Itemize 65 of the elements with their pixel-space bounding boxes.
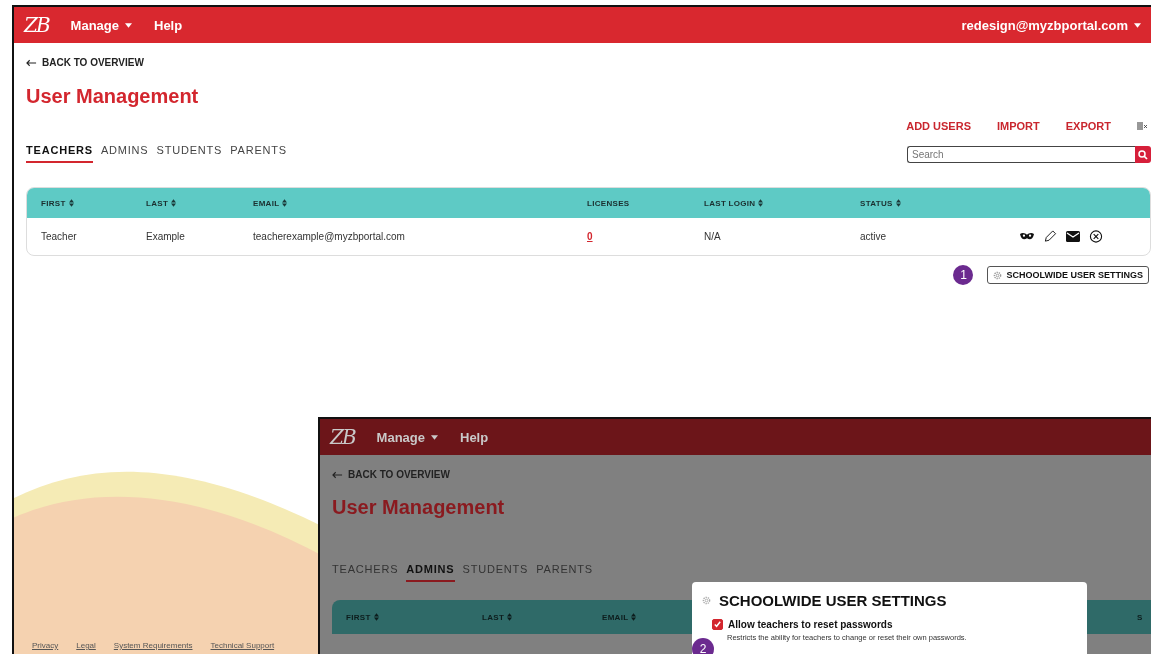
sort-icon: [373, 613, 379, 621]
column-header[interactable]: LICENSES: [587, 198, 704, 208]
schoolwide-settings-button[interactable]: SCHOOLWIDE USER SETTINGS: [987, 266, 1149, 284]
table-cell-text: Teacher: [41, 231, 78, 242]
gear-icon: [702, 596, 711, 605]
tab[interactable]: STUDENTS: [462, 563, 529, 582]
back-link[interactable]: BACK TO OVERVIEW: [332, 469, 450, 480]
sort-icon: [895, 199, 901, 207]
arrow-left-icon: [332, 470, 343, 479]
step-marker: 2: [692, 638, 714, 654]
option-label: Allow teachers to reset passwords: [728, 619, 893, 630]
caret-icon: [1134, 22, 1141, 28]
tab[interactable]: PARENTS: [536, 563, 593, 582]
column-header[interactable]: LAST: [146, 198, 253, 208]
table-cell-text: Example: [146, 231, 186, 242]
search-button[interactable]: [1135, 146, 1151, 163]
footer-link[interactable]: Privacy: [32, 641, 59, 650]
tab[interactable]: TEACHERS: [332, 563, 399, 582]
sort-icon: [758, 199, 764, 207]
sort-icon: [68, 199, 74, 207]
back-link[interactable]: BACK TO OVERVIEW: [26, 57, 144, 68]
tab[interactable]: ADMINS: [406, 563, 455, 582]
caret-icon: [125, 22, 132, 28]
dialog-title: SCHOOLWIDE USER SETTINGS: [719, 592, 947, 609]
caret-icon: [431, 434, 438, 440]
sort-icon: [507, 613, 513, 621]
footer-link[interactable]: System Requirements: [113, 641, 193, 650]
account-menu[interactable]: redesign@myzbportal.com: [961, 17, 1141, 33]
pencil-icon[interactable]: [1043, 230, 1057, 243]
column-header[interactable]: STATUS: [860, 198, 1020, 208]
page-title: User Management: [26, 85, 199, 108]
search-field[interactable]: Search: [907, 146, 1135, 163]
action-link[interactable]: IMPORT: [997, 120, 1040, 132]
column-list-icon[interactable]: [1137, 122, 1147, 130]
footer-link[interactable]: Technical Support: [210, 641, 275, 650]
logo[interactable]: ZB: [24, 13, 49, 37]
page-title: User Management: [332, 496, 505, 519]
envelope-icon[interactable]: [1066, 230, 1080, 243]
tab[interactable]: PARENTS: [230, 144, 287, 163]
sort-icon: [282, 199, 288, 207]
nav-menu-item[interactable]: Manage: [376, 429, 438, 445]
nav-menu-item[interactable]: Help: [154, 17, 183, 33]
action-link[interactable]: ADD USERS: [906, 120, 971, 132]
action-link[interactable]: EXPORT: [1065, 120, 1111, 132]
checkbox[interactable]: [712, 619, 723, 630]
tab[interactable]: ADMINS: [100, 144, 149, 163]
tab[interactable]: TEACHERS: [26, 144, 93, 163]
sort-icon: [171, 199, 177, 207]
nav-menu-item[interactable]: Help: [460, 429, 489, 445]
column-header[interactable]: FIRST: [41, 198, 146, 208]
footer-link[interactable]: Legal: [76, 641, 96, 650]
logo[interactable]: ZB: [330, 425, 355, 449]
gear-icon: [993, 270, 1003, 280]
sort-icon: [631, 613, 637, 621]
delete-icon[interactable]: [1089, 230, 1103, 243]
nav-menu-item[interactable]: Manage: [70, 17, 132, 33]
table-cell-text: active: [860, 231, 888, 242]
tab[interactable]: STUDENTS: [156, 144, 223, 163]
arrow-left-icon: [26, 58, 37, 67]
column-header[interactable]: LAST LOGIN: [704, 198, 860, 208]
licenses-link[interactable]: 0: [587, 231, 704, 242]
table-cell-text: teacherexample@myzbportal.com: [253, 231, 406, 242]
column-header[interactable]: EMAIL: [253, 198, 587, 208]
table-cell-text: N/A: [704, 231, 722, 242]
step-marker: 1: [953, 265, 974, 285]
